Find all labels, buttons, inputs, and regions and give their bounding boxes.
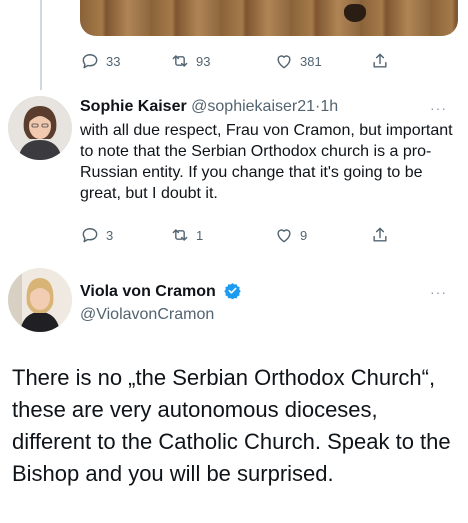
like-count: 9 [300, 227, 308, 243]
avatar[interactable] [8, 268, 72, 332]
reply-count: 33 [106, 53, 121, 69]
profile-photo [8, 96, 72, 160]
reply-button[interactable]: 33 [80, 50, 120, 72]
reply-icon [82, 54, 98, 69]
retweet-button[interactable]: 93 [170, 50, 210, 72]
share-icon [373, 227, 387, 242]
main-tweet-text: There is no „the Serbian Orthodox Church… [12, 365, 451, 486]
thread-connector [40, 0, 42, 90]
retweet-button[interactable]: 1 [170, 224, 203, 246]
reply-header: Sophie Kaiser @sophiekaiser21·1h [80, 98, 338, 116]
retweet-icon [172, 229, 188, 241]
reply-timestamp[interactable]: 1h [320, 98, 338, 115]
main-handle-row: @ViolavonCramon [80, 306, 214, 324]
reply-more-options-icon[interactable]: ··· [430, 100, 447, 116]
main-tweet-header: Viola von Cramon [80, 282, 241, 301]
reply-count: 3 [106, 227, 114, 243]
main-author-name[interactable]: Viola von Cramon [80, 283, 216, 300]
reply-author-name[interactable]: Sophie Kaiser [80, 98, 187, 115]
avatar[interactable] [8, 96, 72, 160]
retweet-count: 93 [196, 53, 211, 69]
reply-button[interactable]: 3 [80, 224, 113, 246]
reply-action-bar: 3 1 9 [80, 224, 400, 246]
heart-icon [277, 229, 291, 243]
reply-icon [82, 228, 98, 243]
top-tweet-action-bar: 33 93 381 [80, 50, 400, 72]
share-button[interactable] [370, 50, 390, 72]
share-button[interactable] [370, 224, 390, 246]
heart-icon [277, 55, 291, 69]
main-author-handle[interactable]: @ViolavonCramon [80, 306, 214, 323]
like-button[interactable]: 381 [274, 50, 322, 72]
retweet-icon [172, 55, 188, 67]
retweet-count: 1 [196, 227, 204, 243]
tweet-media-image[interactable] [80, 0, 458, 36]
like-button[interactable]: 9 [274, 224, 307, 246]
media-object [344, 4, 366, 22]
verified-badge-icon [224, 283, 241, 299]
main-more-options-icon[interactable]: ··· [430, 284, 447, 300]
profile-photo [8, 268, 72, 332]
reply-text: with all due respect, Frau von Cramon, b… [80, 122, 453, 202]
share-icon [373, 53, 387, 68]
like-count: 381 [300, 53, 322, 69]
reply-author-handle[interactable]: @sophiekaiser21 [191, 98, 315, 115]
